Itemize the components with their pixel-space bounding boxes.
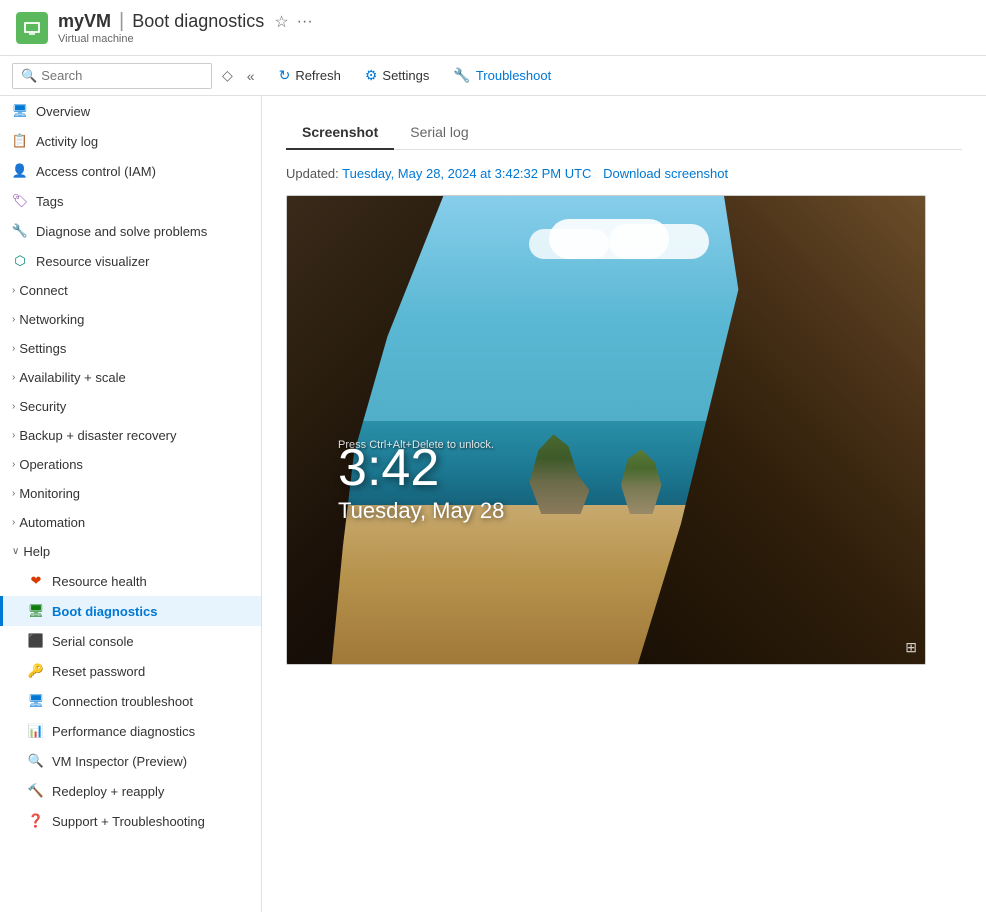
toolbar-nav: ◇ « xyxy=(216,63,261,88)
troubleshoot-button[interactable]: 🔧 Troubleshoot xyxy=(443,62,561,89)
sidebar-item-resource-visualizer[interactable]: ⬡ Resource visualizer xyxy=(0,246,261,276)
sidebar-item-access-control[interactable]: 👤 Access control (IAM) xyxy=(0,156,261,186)
content-area: Screenshot Serial log Updated: Tuesday, … xyxy=(262,96,986,912)
sidebar-item-tags[interactable]: 🏷 Tags xyxy=(0,186,261,216)
clouds xyxy=(529,219,729,279)
search-icon: 🔍 xyxy=(21,68,37,84)
screenshot-container: Press Ctrl+Alt+Delete to unlock. 3:42 Tu… xyxy=(286,195,926,665)
chevron-right-icon: › xyxy=(12,343,15,354)
sidebar-item-performance-diagnostics[interactable]: 📊 Performance diagnostics xyxy=(0,716,261,746)
sidebar-item-boot-diagnostics[interactable]: 🖥 Boot diagnostics xyxy=(0,596,261,626)
sidebar-item-vm-inspector[interactable]: 🔍 VM Inspector (Preview) xyxy=(0,746,261,776)
chevron-right-icon: › xyxy=(12,401,15,412)
reset-password-icon: 🔑 xyxy=(28,663,44,679)
header-title-block: myVM | Boot diagnostics ☆ ··· Virtual ma… xyxy=(58,10,313,45)
vm-icon xyxy=(16,12,48,44)
refresh-label: Refresh xyxy=(295,68,341,83)
sidebar-item-redeploy[interactable]: 🔨 Redeploy + reapply xyxy=(0,776,261,806)
vm-inspector-icon: 🔍 xyxy=(28,753,44,769)
search-box[interactable]: 🔍 xyxy=(12,63,212,89)
sidebar-group-operations[interactable]: › Operations xyxy=(0,450,261,479)
tab-screenshot[interactable]: Screenshot xyxy=(286,116,394,150)
settings-button[interactable]: ⚙ Settings xyxy=(355,62,440,89)
overview-icon: 🖥 xyxy=(12,103,28,119)
tag-icon: 🏷 xyxy=(12,193,28,209)
sidebar-item-support[interactable]: ❓ Support + Troubleshooting xyxy=(0,806,261,836)
time-display: 3:42 Tuesday, May 28 xyxy=(338,442,504,524)
settings-icon: ⚙ xyxy=(365,67,378,84)
chevron-right-icon: › xyxy=(12,488,15,499)
chevron-right-icon: › xyxy=(12,314,15,325)
vm-name: myVM xyxy=(58,11,111,32)
diagnose-icon: 🔧 xyxy=(12,223,28,239)
troubleshoot-label: Troubleshoot xyxy=(476,68,551,83)
tab-serial-log[interactable]: Serial log xyxy=(394,116,484,150)
favorite-icon[interactable]: ☆ xyxy=(274,12,288,32)
content-tabs: Screenshot Serial log xyxy=(286,116,962,150)
header-separator: | xyxy=(119,10,124,33)
toolbar: 🔍 ◇ « ↻ Refresh ⚙ Settings 🔧 Troubleshoo… xyxy=(0,56,986,96)
sidebar-group-connect[interactable]: › Connect xyxy=(0,276,261,305)
chevron-right-icon: › xyxy=(12,459,15,470)
sidebar-group-automation[interactable]: › Automation xyxy=(0,508,261,537)
visualizer-icon: ⬡ xyxy=(12,253,28,269)
nav-diamond-button[interactable]: ◇ xyxy=(216,63,239,88)
sidebar-group-help[interactable]: ∨ Help xyxy=(0,537,261,566)
chevron-right-icon: › xyxy=(12,285,15,296)
activity-log-icon: 📋 xyxy=(12,133,28,149)
search-input[interactable] xyxy=(41,68,203,83)
settings-label: Settings xyxy=(382,68,429,83)
update-prefix: Updated: xyxy=(286,166,339,181)
page-header: myVM | Boot diagnostics ☆ ··· Virtual ma… xyxy=(0,0,986,56)
chevron-right-icon: › xyxy=(12,517,15,528)
more-options-icon[interactable]: ··· xyxy=(297,13,313,31)
update-info: Updated: Tuesday, May 28, 2024 at 3:42:3… xyxy=(286,166,962,181)
cloud-3 xyxy=(609,224,709,259)
sidebar-group-monitoring[interactable]: › Monitoring xyxy=(0,479,261,508)
support-icon: ❓ xyxy=(28,813,44,829)
chevron-right-icon: › xyxy=(12,430,15,441)
troubleshoot-icon: 🔧 xyxy=(453,67,470,84)
serial-console-icon: ⬛ xyxy=(28,633,44,649)
boot-diagnostics-icon: 🖥 xyxy=(28,603,44,619)
sidebar-item-connection-troubleshoot[interactable]: 🖥 Connection troubleshoot xyxy=(0,686,261,716)
page-title: Boot diagnostics xyxy=(132,11,264,32)
iam-icon: 👤 xyxy=(12,163,28,179)
screenshot-time: 3:42 xyxy=(338,442,504,494)
expand-icon[interactable]: ⊞ xyxy=(905,639,917,656)
connection-troubleshoot-icon: 🖥 xyxy=(28,693,44,709)
sidebar-item-resource-health[interactable]: ❤ Resource health xyxy=(0,566,261,596)
performance-icon: 📊 xyxy=(28,723,44,739)
sidebar-group-settings[interactable]: › Settings xyxy=(0,334,261,363)
main-layout: 🖥 Overview 📋 Activity log 👤 Access contr… xyxy=(0,96,986,912)
nav-back-button[interactable]: « xyxy=(241,63,261,88)
screenshot-scene: Press Ctrl+Alt+Delete to unlock. 3:42 Tu… xyxy=(287,196,925,664)
sidebar-item-diagnose[interactable]: 🔧 Diagnose and solve problems xyxy=(0,216,261,246)
resource-type-label: Virtual machine xyxy=(58,33,313,45)
health-icon: ❤ xyxy=(28,573,44,589)
sidebar-item-serial-console[interactable]: ⬛ Serial console xyxy=(0,626,261,656)
sidebar: 🖥 Overview 📋 Activity log 👤 Access contr… xyxy=(0,96,262,912)
cloud-2 xyxy=(529,229,609,259)
sidebar-group-availability[interactable]: › Availability + scale xyxy=(0,363,261,392)
chevron-right-icon: › xyxy=(12,372,15,383)
sidebar-group-networking[interactable]: › Networking xyxy=(0,305,261,334)
screenshot-date: Tuesday, May 28 xyxy=(338,498,504,524)
update-timestamp: Tuesday, May 28, 2024 at 3:42:32 PM UTC xyxy=(342,166,591,181)
redeploy-icon: 🔨 xyxy=(28,783,44,799)
chevron-down-icon: ∨ xyxy=(12,546,19,557)
refresh-button[interactable]: ↻ Refresh xyxy=(269,62,351,89)
sidebar-item-overview[interactable]: 🖥 Overview xyxy=(0,96,261,126)
sidebar-item-activity-log[interactable]: 📋 Activity log xyxy=(0,126,261,156)
sidebar-group-security[interactable]: › Security xyxy=(0,392,261,421)
sidebar-item-reset-password[interactable]: 🔑 Reset password xyxy=(0,656,261,686)
sidebar-group-backup[interactable]: › Backup + disaster recovery xyxy=(0,421,261,450)
download-screenshot-link[interactable]: Download screenshot xyxy=(603,166,728,181)
refresh-icon: ↻ xyxy=(279,67,291,84)
